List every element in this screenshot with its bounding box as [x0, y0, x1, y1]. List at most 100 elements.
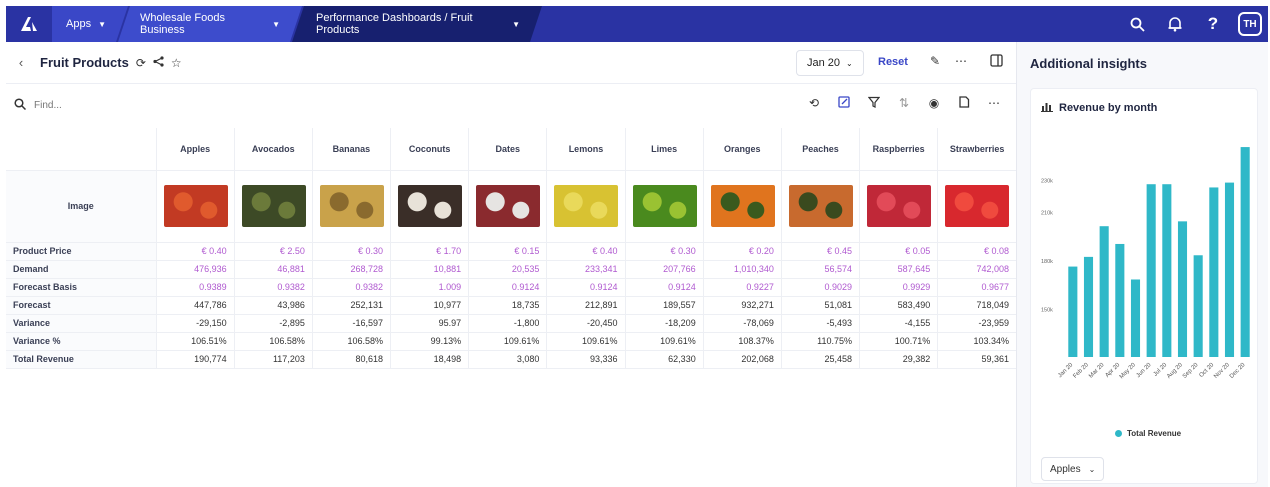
table-cell[interactable]: € 2.50 — [233, 242, 313, 261]
image-cell[interactable] — [468, 170, 547, 243]
column-header[interactable]: Bananas — [311, 128, 391, 171]
table-cell[interactable]: -16,597 — [311, 314, 391, 333]
more-icon[interactable]: ⋯ — [986, 96, 1002, 111]
chart-bar[interactable] — [1115, 243, 1125, 357]
star-icon[interactable]: ☆ — [171, 56, 182, 70]
table-cell[interactable]: 108.37% — [702, 332, 782, 351]
table-cell[interactable]: 207,766 — [624, 260, 704, 279]
table-cell[interactable]: -78,069 — [702, 314, 782, 333]
chart-bar[interactable] — [1193, 255, 1203, 357]
table-cell[interactable]: 99.13% — [390, 332, 469, 351]
column-header[interactable]: Oranges — [702, 128, 782, 171]
table-cell[interactable]: € 1.70 — [390, 242, 469, 261]
table-cell[interactable]: 106.58% — [233, 332, 313, 351]
chart-bar[interactable] — [1162, 184, 1172, 357]
table-cell[interactable]: € 0.30 — [624, 242, 704, 261]
table-cell[interactable]: 3,080 — [468, 350, 547, 369]
table-cell[interactable]: 95.97 — [390, 314, 469, 333]
help-icon[interactable]: ? — [1194, 6, 1232, 42]
table-cell[interactable]: 106.58% — [311, 332, 391, 351]
table-cell[interactable]: 117,203 — [233, 350, 313, 369]
table-cell[interactable]: 0.9227 — [702, 278, 782, 297]
table-cell[interactable]: 106.51% — [155, 332, 235, 351]
table-cell[interactable]: 587,645 — [859, 260, 938, 279]
table-cell[interactable]: 20,535 — [468, 260, 547, 279]
column-header[interactable]: Apples — [155, 128, 235, 171]
table-cell[interactable]: 110.75% — [780, 332, 860, 351]
eye-icon[interactable]: ◉ — [926, 96, 942, 111]
table-cell[interactable]: 447,786 — [155, 296, 235, 315]
chart-bar[interactable] — [1209, 187, 1219, 357]
table-cell[interactable]: 0.9382 — [311, 278, 391, 297]
table-cell[interactable]: € 0.40 — [546, 242, 626, 261]
table-cell[interactable]: 212,891 — [546, 296, 626, 315]
history-icon[interactable]: ⟲ — [806, 96, 822, 111]
table-cell[interactable]: 109.61% — [624, 332, 704, 351]
table-cell[interactable]: -1,800 — [468, 314, 547, 333]
avatar[interactable]: TH — [1238, 12, 1262, 36]
chart-bar[interactable] — [1146, 184, 1156, 357]
reset-button[interactable]: Reset — [878, 56, 908, 68]
more-icon[interactable]: ⋯ — [955, 54, 967, 68]
column-header[interactable]: Raspberries — [859, 128, 938, 171]
sort-icon[interactable]: ⇅ — [896, 96, 912, 111]
table-cell[interactable]: € 0.30 — [311, 242, 391, 261]
chart-bar[interactable] — [1068, 266, 1078, 357]
table-cell[interactable]: 0.9029 — [780, 278, 860, 297]
search-icon[interactable] — [1118, 6, 1156, 42]
table-cell[interactable]: 18,735 — [468, 296, 547, 315]
image-cell[interactable] — [155, 170, 235, 243]
column-header[interactable]: Avocados — [233, 128, 313, 171]
table-cell[interactable]: 56,574 — [780, 260, 860, 279]
date-select[interactable]: Jan 20 ⌄ — [796, 50, 864, 76]
table-cell[interactable]: -4,155 — [859, 314, 938, 333]
table-cell[interactable]: 62,330 — [624, 350, 704, 369]
table-cell[interactable]: 46,881 — [233, 260, 313, 279]
table-cell[interactable]: 189,557 — [624, 296, 704, 315]
table-cell[interactable]: 0.9929 — [859, 278, 938, 297]
table-cell[interactable]: 233,341 — [546, 260, 626, 279]
table-cell[interactable]: 80,618 — [311, 350, 391, 369]
image-cell[interactable] — [311, 170, 391, 243]
apps-menu[interactable]: Apps ▼ — [52, 6, 128, 42]
column-header[interactable]: Coconuts — [390, 128, 469, 171]
table-cell[interactable]: € 0.05 — [859, 242, 938, 261]
column-header[interactable]: Strawberries — [937, 128, 1016, 171]
table-cell[interactable]: 476,936 — [155, 260, 235, 279]
share-icon[interactable] — [153, 55, 164, 70]
chart-bar[interactable] — [1099, 226, 1109, 357]
column-header[interactable]: Lemons — [546, 128, 626, 171]
column-header[interactable]: Peaches — [780, 128, 860, 171]
table-cell[interactable]: 10,977 — [390, 296, 469, 315]
table-cell[interactable]: € 0.20 — [702, 242, 782, 261]
table-cell[interactable]: 1,010,340 — [702, 260, 782, 279]
table-cell[interactable]: 18,498 — [390, 350, 469, 369]
fruit-select[interactable]: Apples ⌄ — [1041, 457, 1105, 481]
table-cell[interactable]: -18,209 — [624, 314, 704, 333]
table-cell[interactable]: 268,728 — [311, 260, 391, 279]
table-cell[interactable]: € 0.08 — [937, 242, 1016, 261]
filter-icon[interactable] — [866, 96, 882, 111]
chart-bar[interactable] — [1240, 147, 1250, 357]
column-header[interactable]: Limes — [624, 128, 704, 171]
table-cell[interactable]: 103.34% — [937, 332, 1016, 351]
chart-bar[interactable] — [1130, 279, 1141, 357]
table-cell[interactable]: 0.9124 — [624, 278, 704, 297]
table-cell[interactable]: 1.009 — [390, 278, 469, 297]
image-cell[interactable] — [624, 170, 704, 243]
table-cell[interactable]: 0.9389 — [155, 278, 235, 297]
table-cell[interactable]: 190,774 — [155, 350, 235, 369]
back-icon[interactable]: ‹ — [6, 55, 36, 70]
image-cell[interactable] — [546, 170, 626, 243]
chart-bar[interactable] — [1083, 256, 1094, 357]
table-cell[interactable]: 0.9382 — [233, 278, 313, 297]
bell-icon[interactable] — [1156, 6, 1194, 42]
table-cell[interactable]: € 0.15 — [468, 242, 547, 261]
table-cell[interactable]: 100.71% — [859, 332, 938, 351]
panel-toggle-icon[interactable] — [990, 54, 1003, 70]
table-cell[interactable]: 109.61% — [468, 332, 547, 351]
image-cell[interactable] — [702, 170, 782, 243]
chart-bar[interactable] — [1177, 221, 1188, 357]
table-cell[interactable]: 51,081 — [780, 296, 860, 315]
chart-bar[interactable] — [1224, 182, 1235, 357]
